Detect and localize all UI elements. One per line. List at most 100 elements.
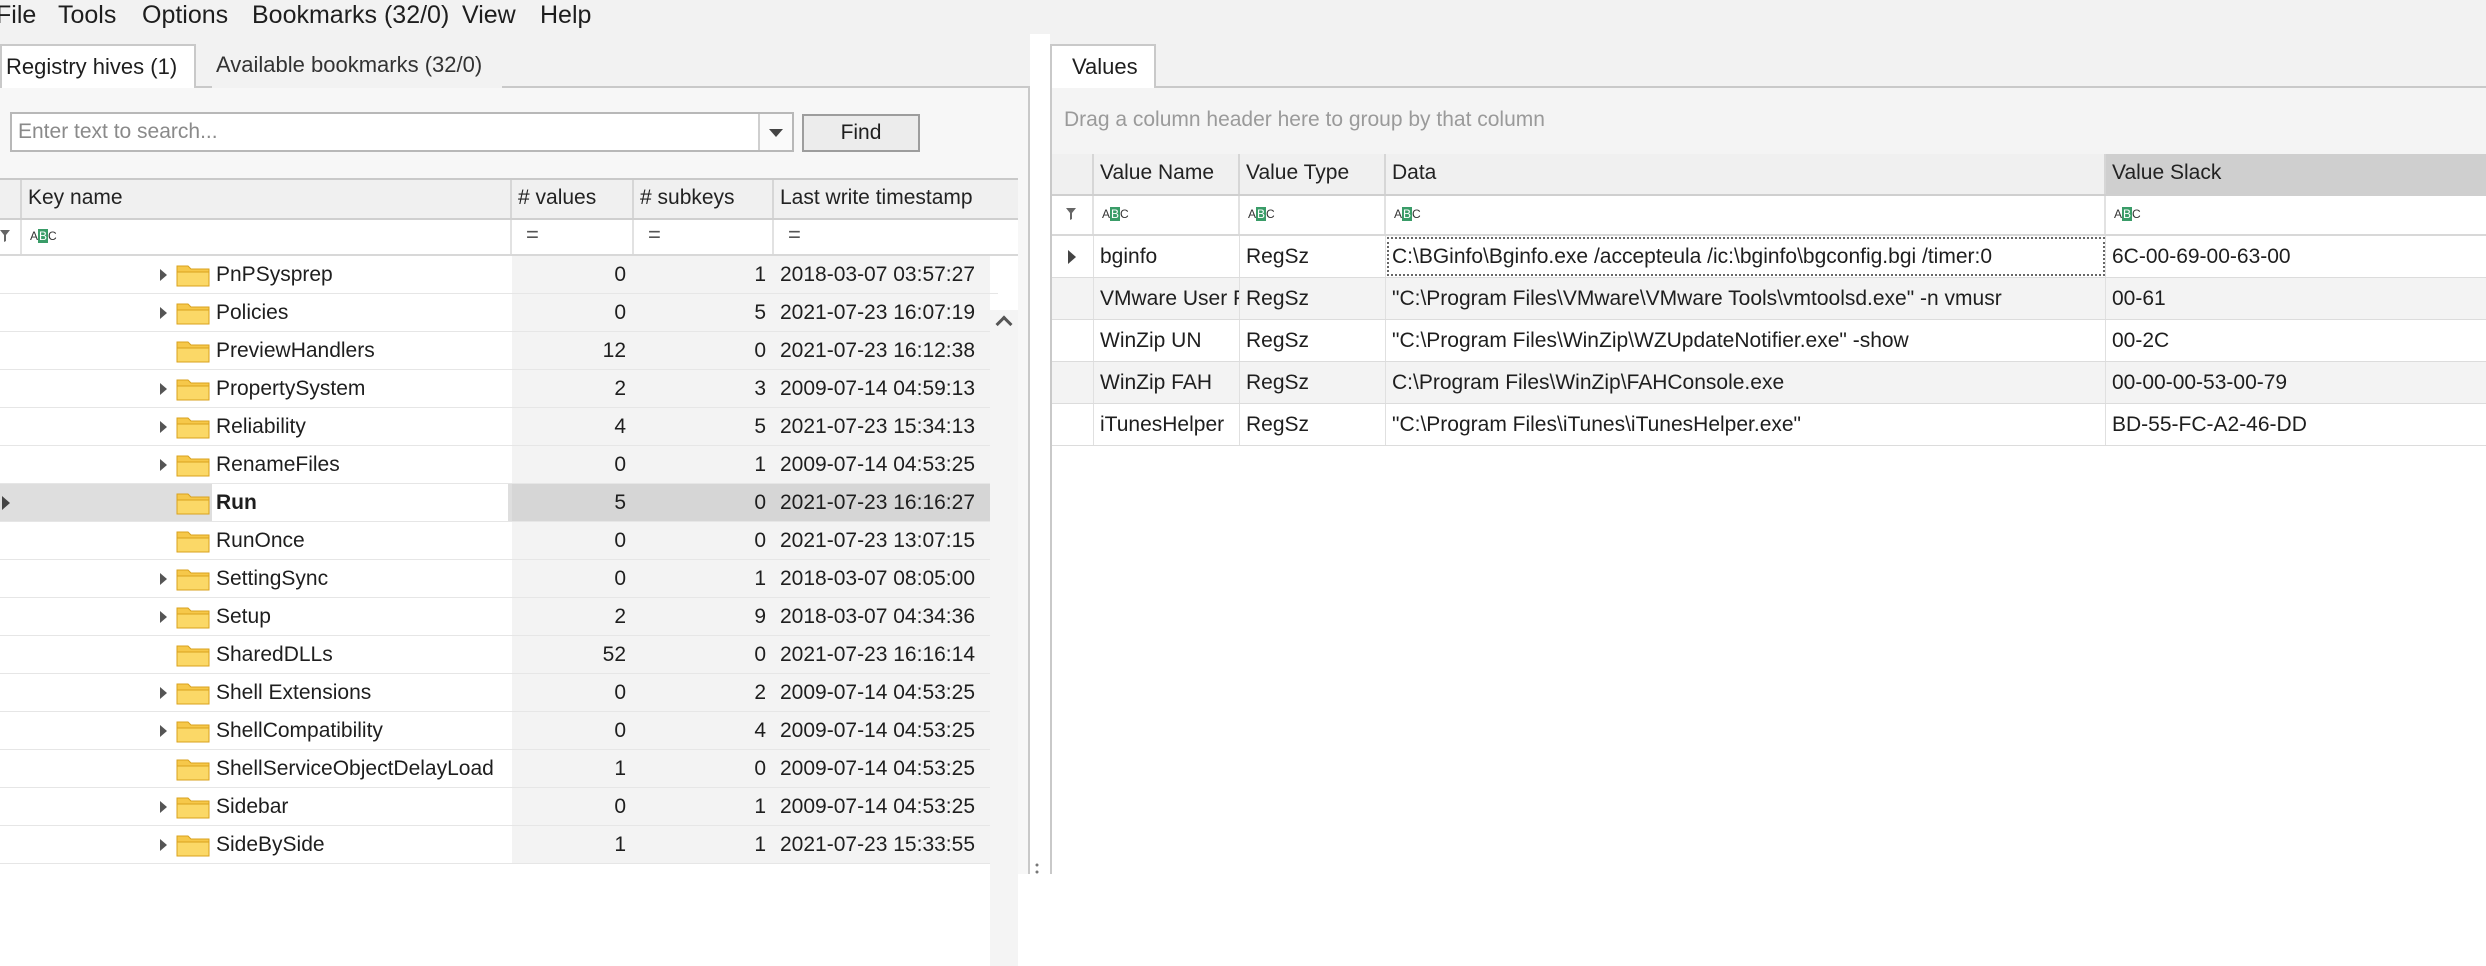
value-type-cell[interactable]: RegSz	[1240, 278, 1386, 319]
expand-arrow-icon[interactable]	[160, 725, 167, 737]
tab-registry-hives[interactable]: Registry hives (1)	[0, 44, 196, 88]
menu-options[interactable]: Options	[142, 0, 228, 34]
find-button[interactable]: Find	[802, 114, 920, 152]
column-header-data[interactable]: Data	[1386, 154, 2106, 194]
tree-row[interactable]: SettingSync 0 1 2018-03-07 08:05:00	[0, 560, 998, 598]
filter-value-slack[interactable]: ABC	[2106, 196, 2486, 234]
tab-available-bookmarks[interactable]: Available bookmarks (32/0)	[212, 44, 502, 88]
value-data-cell[interactable]: C:\Program Files\WinZip\FAHConsole.exe	[1386, 362, 2106, 403]
filter-subkeys[interactable]: =	[634, 220, 774, 254]
key-name-cell[interactable]: RenameFiles	[216, 446, 506, 483]
expand-arrow-icon[interactable]	[160, 611, 167, 623]
key-name-cell[interactable]: Sidebar	[216, 788, 506, 825]
column-header-value-slack[interactable]: Value Slack	[2106, 154, 2486, 194]
value-type-cell[interactable]: RegSz	[1240, 362, 1386, 403]
tree-row[interactable]: ShellServiceObjectDelayLoad 1 0 2009-07-14 …	[0, 750, 998, 788]
key-name-cell[interactable]: ShellServiceObjectDelayLoad	[216, 750, 506, 787]
column-header-value-type[interactable]: Value Type	[1240, 154, 1386, 194]
scroll-up-icon[interactable]	[995, 315, 1013, 333]
tree-row[interactable]: PnPSysprep 0 1 2018-03-07 03:57:27	[0, 256, 998, 294]
column-header-last-write[interactable]: Last write timestamp	[774, 180, 1018, 218]
filter-last-write[interactable]: =	[774, 220, 990, 254]
tree-row[interactable]: ShellCompatibility 0 4 2009-07-14 04:53:25	[0, 712, 998, 750]
tree-row[interactable]: Reliability 4 5 2021-07-23 15:34:13	[0, 408, 998, 446]
tree-row[interactable]: SharedDLLs 52 0 2021-07-23 16:16:14	[0, 636, 998, 674]
key-name-cell[interactable]: RunOnce	[216, 522, 506, 559]
filter-value-type[interactable]: ABC	[1240, 196, 1386, 234]
column-header-key-name[interactable]: Key name	[22, 180, 512, 218]
group-by-panel[interactable]: Drag a column header here to group by th…	[1052, 88, 2486, 156]
key-name-cell[interactable]: PreviewHandlers	[216, 332, 506, 369]
vertical-scrollbar[interactable]	[990, 310, 1018, 966]
search-input[interactable]	[12, 114, 760, 150]
key-name-cell[interactable]: SideBySide	[216, 826, 506, 863]
filter-key-name[interactable]: ABC	[22, 220, 512, 254]
value-type-cell[interactable]: RegSz	[1240, 320, 1386, 361]
tree-row[interactable]: PropertySystem 2 3 2009-07-14 04:59:13	[0, 370, 998, 408]
tree-row[interactable]: Shell Extensions 0 2 2009-07-14 04:53:25	[0, 674, 998, 712]
value-row[interactable]: WinZip FAH RegSz C:\Program Files\WinZip\F…	[1052, 362, 2486, 404]
tree-row[interactable]: Sidebar 0 1 2009-07-14 04:53:25	[0, 788, 998, 826]
expand-arrow-icon[interactable]	[160, 383, 167, 395]
value-type-cell[interactable]: RegSz	[1240, 236, 1386, 277]
filter-data[interactable]: ABC	[1386, 196, 2106, 234]
key-name-cell[interactable]: Setup	[216, 598, 506, 635]
key-name-cell[interactable]: Run	[212, 484, 508, 521]
tree-row[interactable]: Run 5 0 2021-07-23 16:16:27	[0, 484, 998, 522]
key-name-cell[interactable]: ShellCompatibility	[216, 712, 506, 749]
value-name-cell[interactable]: bginfo	[1094, 236, 1240, 277]
key-name-cell[interactable]: SettingSync	[216, 560, 506, 597]
expand-arrow-icon[interactable]	[160, 801, 167, 813]
value-data-cell[interactable]: "C:\Program Files\VMware\VMware Tools\vm…	[1386, 278, 2106, 319]
menu-bookmarks[interactable]: Bookmarks (32/0)	[252, 0, 449, 34]
value-slack-cell[interactable]: BD-55-FC-A2-46-DD	[2106, 404, 2486, 445]
value-name-cell[interactable]: WinZip UN	[1094, 320, 1240, 361]
expand-arrow-icon[interactable]	[160, 269, 167, 281]
filter-value-name[interactable]: ABC	[1094, 196, 1240, 234]
value-slack-cell[interactable]: 00-61	[2106, 278, 2486, 319]
value-name-cell[interactable]: VMware User Process	[1094, 278, 1240, 319]
tree-row[interactable]: Policies 0 5 2021-07-23 16:07:19	[0, 294, 998, 332]
column-header-subkeys[interactable]: # subkeys	[634, 180, 774, 218]
key-name-cell[interactable]: PropertySystem	[216, 370, 506, 407]
filter-values[interactable]: =	[512, 220, 634, 254]
expand-arrow-icon[interactable]	[160, 307, 167, 319]
tree-row[interactable]: RunOnce 0 0 2021-07-23 13:07:15	[0, 522, 998, 560]
tree-row[interactable]: SideBySide 1 1 2021-07-23 15:33:55	[0, 826, 998, 864]
value-row[interactable]: iTunesHelper RegSz "C:\Program Files\iTune…	[1052, 404, 2486, 446]
value-row[interactable]: VMware User ProcessRegSz"C:\Program File…	[1052, 278, 2486, 320]
menu-tools[interactable]: Tools	[58, 0, 116, 34]
value-data-cell[interactable]: C:\BGinfo\Bginfo.exe /accepteula /ic:\bg…	[1386, 236, 2106, 277]
tab-values[interactable]: Values	[1050, 44, 1156, 88]
value-slack-cell[interactable]: 00-00-00-53-00-79	[2106, 362, 2486, 403]
expand-arrow-icon[interactable]	[160, 839, 167, 851]
column-header-values[interactable]: # values	[512, 180, 634, 218]
key-name-cell[interactable]: SharedDLLs	[216, 636, 506, 673]
pane-splitter[interactable]	[1034, 858, 1040, 874]
search-dropdown-button[interactable]	[758, 114, 792, 150]
key-name-cell[interactable]: Policies	[216, 294, 506, 331]
key-name-cell[interactable]: Reliability	[216, 408, 506, 445]
value-name-cell[interactable]: iTunesHelper	[1094, 404, 1240, 445]
menu-file[interactable]: File	[0, 0, 36, 34]
tree-row[interactable]: PreviewHandlers 12 0 2021-07-23 16:12:38	[0, 332, 998, 370]
value-row[interactable]: bginfo RegSz C:\BGinfo\Bginfo.exe /accepte…	[1052, 236, 2486, 278]
expand-arrow-icon[interactable]	[160, 573, 167, 585]
tree-row[interactable]: RenameFiles 0 1 2009-07-14 04:53:25	[0, 446, 998, 484]
value-name-cell[interactable]: WinZip FAH	[1094, 362, 1240, 403]
expand-arrow-icon[interactable]	[160, 687, 167, 699]
value-slack-cell[interactable]: 00-2C	[2106, 320, 2486, 361]
menu-view[interactable]: View	[462, 0, 516, 34]
column-header-value-name[interactable]: Value Name	[1094, 154, 1240, 194]
menu-help[interactable]: Help	[540, 0, 591, 34]
key-name-cell[interactable]: Shell Extensions	[216, 674, 506, 711]
value-data-cell[interactable]: "C:\Program Files\iTunes\iTunesHelper.ex…	[1386, 404, 2106, 445]
tree-row[interactable]: Setup 2 9 2018-03-07 04:34:36	[0, 598, 998, 636]
value-data-cell[interactable]: "C:\Program Files\WinZip\WZUpdateNotifie…	[1386, 320, 2106, 361]
expand-arrow-icon[interactable]	[160, 421, 167, 433]
key-name-cell[interactable]: PnPSysprep	[216, 256, 506, 293]
expand-arrow-icon[interactable]	[160, 459, 167, 471]
value-type-cell[interactable]: RegSz	[1240, 404, 1386, 445]
value-slack-cell[interactable]: 6C-00-69-00-63-00	[2106, 236, 2486, 277]
value-row[interactable]: WinZip UN RegSz "C:\Program Files\WinZip\W…	[1052, 320, 2486, 362]
